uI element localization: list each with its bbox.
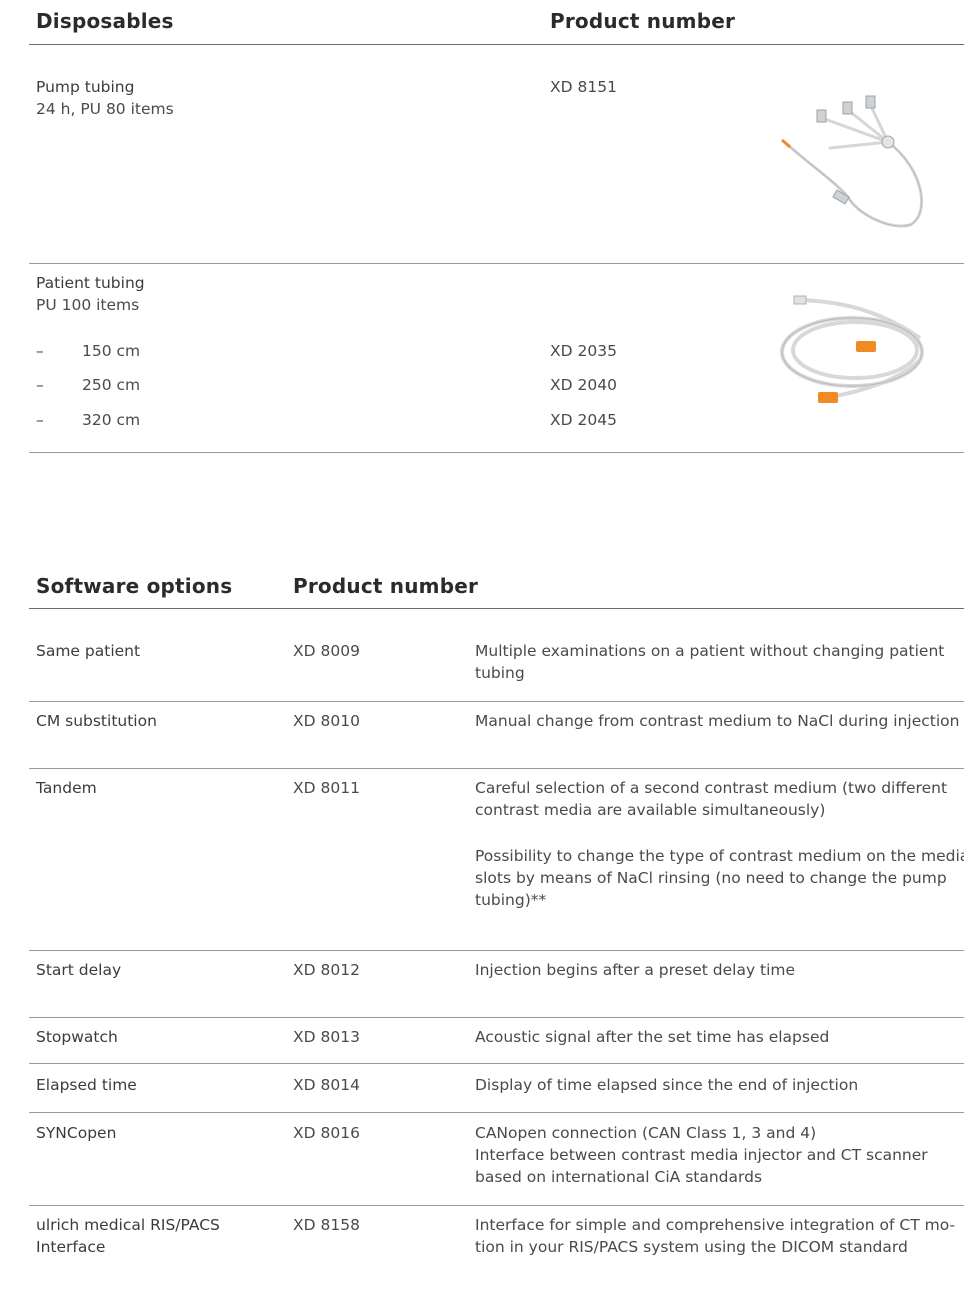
description-line: Careful selection of a second contrast m… bbox=[475, 779, 948, 797]
option-name: ulrich medical RIS/PACS Interface bbox=[36, 1214, 220, 1258]
variant-length: 250 cm bbox=[82, 376, 141, 394]
disposables-product-number-header: Product number bbox=[550, 9, 736, 33]
software-product-number-header: Product number bbox=[293, 574, 479, 598]
description-line: Multiple examinations on a patient witho… bbox=[475, 642, 945, 660]
option-number: XD 8009 bbox=[293, 642, 360, 660]
divider bbox=[29, 950, 964, 951]
option-description: Interface for simple and comprehensive i… bbox=[475, 1214, 964, 1258]
option-number: XD 8016 bbox=[293, 1124, 360, 1142]
variant-length: 320 cm bbox=[82, 411, 141, 429]
option-name-line: ulrich medical RIS/PACS bbox=[36, 1216, 220, 1234]
option-number: XD 8158 bbox=[293, 1216, 360, 1234]
divider bbox=[29, 1063, 964, 1064]
pump-tubing-number: XD 8151 bbox=[550, 78, 617, 96]
option-description: Multiple examinations on a patient witho… bbox=[475, 640, 964, 684]
description-line: contrast media are available simultaneou… bbox=[475, 801, 826, 819]
description-line: Interface between contrast media injecto… bbox=[475, 1146, 928, 1164]
description-line: tubing bbox=[475, 664, 525, 682]
description-line: Display of time elapsed since the end of… bbox=[475, 1076, 859, 1094]
divider bbox=[29, 263, 964, 264]
variant-length: 150 cm bbox=[82, 342, 141, 360]
variant-number: XD 2040 bbox=[550, 376, 617, 394]
divider bbox=[29, 1205, 964, 1206]
option-number: XD 8013 bbox=[293, 1028, 360, 1046]
option-description: Injection begins after a preset delay ti… bbox=[475, 959, 964, 981]
option-number: XD 8010 bbox=[293, 712, 360, 730]
description-line: Injection begins after a preset delay ti… bbox=[475, 961, 796, 979]
option-number: XD 8011 bbox=[293, 779, 360, 797]
variant-number: XD 2045 bbox=[550, 411, 617, 429]
option-name: Tandem bbox=[36, 779, 97, 797]
divider bbox=[29, 1017, 964, 1018]
option-description: Display of time elapsed since the end of… bbox=[475, 1074, 964, 1096]
option-name: CM substitution bbox=[36, 712, 157, 730]
option-name-line: Interface bbox=[36, 1238, 106, 1256]
pump-tubing-name: Pump tubing bbox=[36, 78, 135, 96]
pump-tubing-image bbox=[781, 95, 924, 228]
patient-tubing-detail: PU 100 items bbox=[36, 296, 140, 314]
software-options-header: Software options bbox=[36, 574, 233, 598]
description-line: Interface for simple and comprehensive i… bbox=[475, 1216, 956, 1234]
option-number: XD 8014 bbox=[293, 1076, 360, 1094]
description-line: CANopen connection (CAN Class 1, 3 and 4… bbox=[475, 1124, 817, 1142]
description-line: based on international CiA standards bbox=[475, 1168, 763, 1186]
option-description: Manual change from contrast medium to Na… bbox=[475, 710, 964, 732]
variant-dash: – bbox=[36, 411, 44, 429]
divider bbox=[29, 701, 964, 702]
option-name: Start delay bbox=[36, 961, 122, 979]
option-description-secondary: Possibility to change the type of contra… bbox=[475, 845, 964, 911]
option-name: Same patient bbox=[36, 642, 141, 660]
option-name: SYNCopen bbox=[36, 1124, 117, 1142]
divider bbox=[29, 44, 964, 45]
divider bbox=[29, 1112, 964, 1113]
patient-tubing-name: Patient tubing bbox=[36, 274, 145, 292]
description-line: Manual change from contrast medium to Na… bbox=[475, 712, 960, 730]
description-line: slots by means of NaCl rinsing (no need … bbox=[475, 869, 947, 887]
description-line: tion in your RIS/PACS system using the D… bbox=[475, 1238, 908, 1256]
option-number: XD 8012 bbox=[293, 961, 360, 979]
variant-number: XD 2035 bbox=[550, 342, 617, 360]
option-description: CANopen connection (CAN Class 1, 3 and 4… bbox=[475, 1122, 964, 1188]
description-line: Acoustic signal after the set time has e… bbox=[475, 1028, 830, 1046]
option-description: Careful selection of a second contrast m… bbox=[475, 777, 964, 821]
option-name: Stopwatch bbox=[36, 1028, 118, 1046]
option-description: Acoustic signal after the set time has e… bbox=[475, 1026, 964, 1048]
patient-tubing-image bbox=[780, 295, 924, 403]
description-line: tubing)** bbox=[475, 891, 547, 909]
divider bbox=[29, 768, 964, 769]
pump-tubing-detail: 24 h, PU 80 items bbox=[36, 100, 174, 118]
divider bbox=[29, 608, 964, 609]
variant-dash: – bbox=[36, 376, 44, 394]
disposables-header: Disposables bbox=[36, 9, 174, 33]
description-line: Possibility to change the type of contra… bbox=[475, 847, 964, 865]
divider bbox=[29, 452, 964, 453]
variant-dash: – bbox=[36, 342, 44, 360]
option-name: Elapsed time bbox=[36, 1076, 137, 1094]
